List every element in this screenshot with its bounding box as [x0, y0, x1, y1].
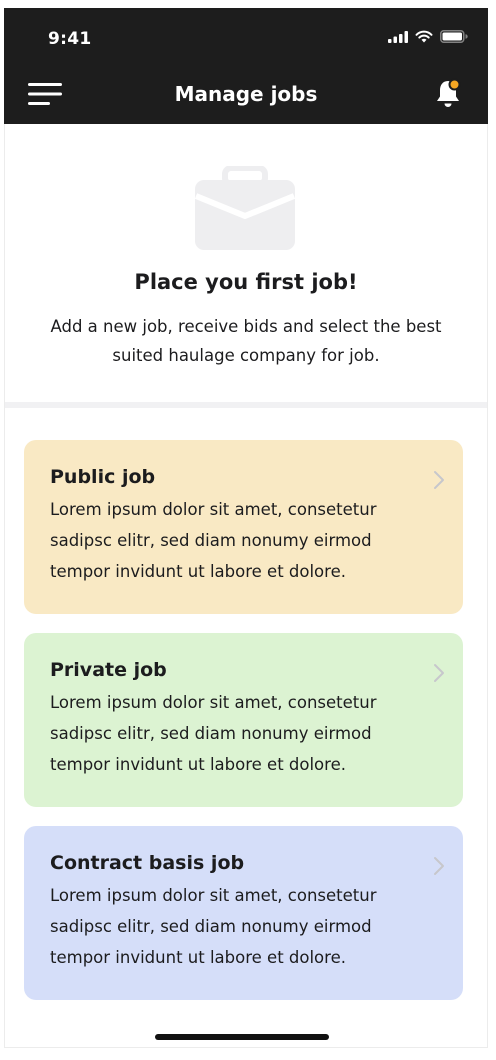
app-header: 9:41 Manage jobs: [4, 8, 488, 124]
private-job-card[interactable]: Private job Lorem ipsum dolor sit amet, …: [24, 633, 463, 807]
chevron-right-icon: [434, 471, 444, 489]
battery-icon: [440, 30, 468, 43]
notification-dot: [448, 78, 461, 91]
briefcase-icon: [194, 166, 296, 250]
card-title: Public job: [50, 466, 156, 488]
empty-state-title: Place you first job!: [134, 270, 358, 294]
card-description: Lorem ipsum dolor sit amet, consetetur s…: [50, 500, 377, 581]
page-title: Manage jobs: [174, 82, 318, 106]
contract-basis-job-card[interactable]: Contract basis job Lorem ipsum dolor sit…: [24, 826, 463, 1000]
empty-state: Place you first job! Add a new job, rece…: [5, 124, 487, 402]
chevron-right-icon: [434, 664, 444, 682]
public-job-card[interactable]: Public job Lorem ipsum dolor sit amet, c…: [24, 440, 463, 614]
cellular-signal-icon: [388, 30, 408, 43]
wifi-icon: [415, 30, 433, 43]
main-content: Place you first job! Add a new job, rece…: [4, 124, 488, 1048]
status-time: 9:41: [48, 29, 92, 49]
empty-state-description: Add a new job, receive bids and select t…: [50, 317, 442, 365]
notifications-button[interactable]: [428, 76, 468, 112]
notification-bell-icon: [437, 78, 461, 107]
card-description: Lorem ipsum dolor sit amet, consetetur s…: [50, 886, 377, 967]
chevron-right-icon: [434, 857, 444, 875]
card-description: Lorem ipsum dolor sit amet, consetetur s…: [50, 693, 377, 774]
section-divider: [5, 402, 487, 408]
status-icons: [388, 30, 468, 43]
card-title: Private job: [50, 659, 167, 681]
app-screen: 9:41 Manage jobs Place you first job! Ad…: [0, 0, 496, 1060]
home-indicator: [155, 1034, 329, 1040]
card-title: Contract basis job: [50, 852, 245, 874]
